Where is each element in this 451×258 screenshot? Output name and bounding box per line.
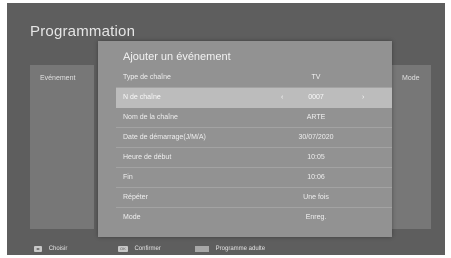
row-label: Nom de la chaîne (123, 114, 178, 121)
row-value: 30/07/2020 (298, 134, 334, 141)
hint-adult-programme: Programme adulte (195, 246, 265, 255)
row-value: ARTE (306, 114, 326, 121)
row-start-time[interactable]: Heure de début 10:05 (116, 148, 392, 168)
row-label: Date de démarrage(J/M/A) (123, 134, 206, 141)
row-label: Répéter (123, 194, 148, 201)
row-channel-name[interactable]: Nom de la chaîne ARTE (116, 108, 392, 128)
row-start-date[interactable]: Date de démarrage(J/M/A) 30/07/2020 (116, 128, 392, 148)
hint-label: Programme adulte (215, 246, 266, 252)
row-label: Type de chaîne (123, 74, 171, 81)
row-label: Heure de début (123, 154, 172, 161)
event-list-panel (30, 65, 94, 229)
mode-list-panel (387, 65, 431, 229)
hint-choose: ◂▸ Choisir (34, 246, 67, 255)
row-value: TV (311, 74, 321, 81)
page-title: Programmation (30, 23, 136, 40)
tv-screen: Programmation Evénement Mode Ajouter un … (7, 3, 445, 255)
chevron-right-icon[interactable]: › (362, 94, 364, 101)
row-label: Fin (123, 174, 133, 181)
hint-confirm: OK Confirmer (118, 246, 161, 255)
row-mode[interactable]: Mode Enreg. (116, 208, 392, 228)
color-key-icon (195, 246, 209, 252)
row-channel-number[interactable]: N de chaîne ‹ 0007 › (116, 88, 392, 108)
column-header-mode: Mode (402, 75, 420, 82)
dialog-title: Ajouter un événement (123, 51, 231, 63)
row-value: Une fois (303, 194, 329, 201)
ok-key-icon: OK (118, 246, 128, 252)
add-event-dialog: Ajouter un événement Type de chaîne TV N… (98, 41, 392, 237)
row-value: Enreg. (305, 214, 327, 221)
row-end-time[interactable]: Fin 10:06 (116, 168, 392, 188)
row-repeat[interactable]: Répéter Une fois (116, 188, 392, 208)
row-value: 10:06 (307, 174, 325, 181)
row-label: Mode (123, 214, 141, 221)
row-value: 10:05 (307, 154, 325, 161)
column-header-event: Evénement (40, 75, 76, 82)
row-channel-type[interactable]: Type de chaîne TV (116, 68, 392, 88)
hint-label: Choisir (48, 246, 68, 252)
hint-label: Confirmer (134, 246, 161, 252)
row-value: 0007 (308, 94, 324, 101)
row-label: N de chaîne (123, 94, 161, 101)
left-right-key-icon: ◂▸ (34, 246, 43, 252)
